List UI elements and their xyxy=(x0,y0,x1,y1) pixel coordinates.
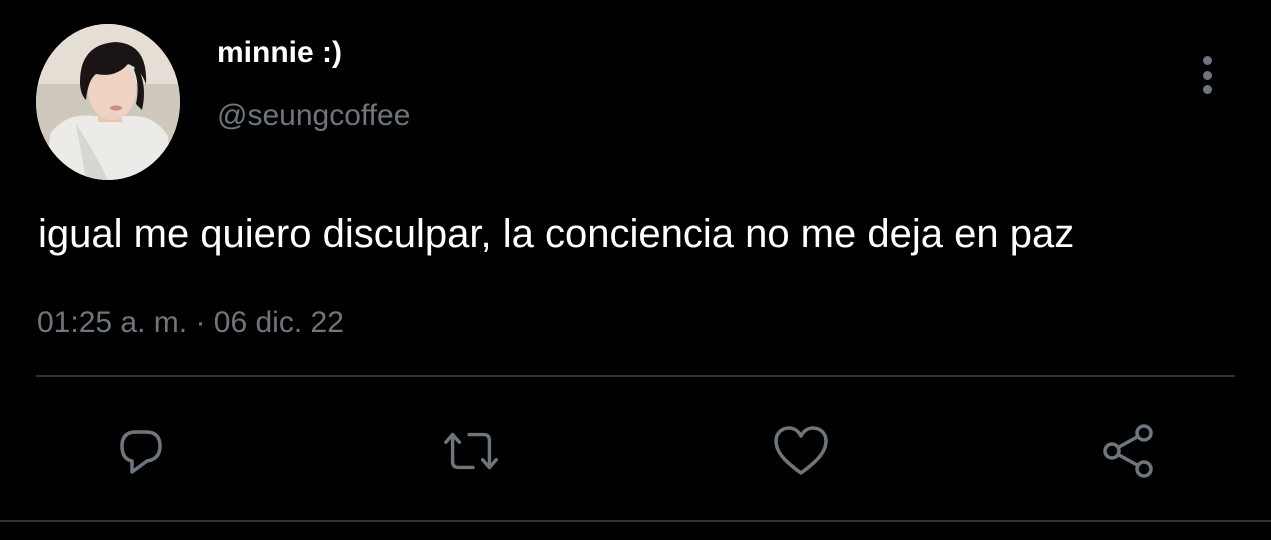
more-icon-dot xyxy=(1202,85,1212,94)
avatar-photo xyxy=(36,24,180,180)
more-options-button[interactable] xyxy=(1190,52,1224,98)
reply-button[interactable] xyxy=(110,420,172,482)
display-name[interactable]: minnie :) xyxy=(217,38,342,68)
tweet-text: igual me quiero disculpar, la conciencia… xyxy=(38,212,1075,256)
retweet-icon xyxy=(444,432,498,470)
tweet-date: 06 dic. 22 xyxy=(213,306,344,339)
like-button[interactable] xyxy=(770,420,832,482)
retweet-button[interactable] xyxy=(440,420,502,482)
user-handle[interactable]: @seungcoffee xyxy=(217,101,410,131)
avatar[interactable] xyxy=(36,24,180,180)
tweet-timestamp[interactable]: 01:25 a. m. · 06 dic. 22 xyxy=(37,305,344,341)
heart-icon xyxy=(774,426,828,475)
share-button[interactable] xyxy=(1098,420,1160,482)
bottom-divider xyxy=(0,520,1271,522)
more-icon-dot xyxy=(1202,56,1212,65)
tweet-card: minnie :) @seungcoffee igual me quiero d… xyxy=(0,0,1271,540)
divider xyxy=(36,375,1235,377)
tweet-time: 01:25 a. m. xyxy=(37,306,188,339)
reply-icon xyxy=(120,430,162,474)
share-icon xyxy=(1103,424,1153,478)
more-icon-dot xyxy=(1202,70,1212,80)
timestamp-separator: · xyxy=(195,306,206,339)
